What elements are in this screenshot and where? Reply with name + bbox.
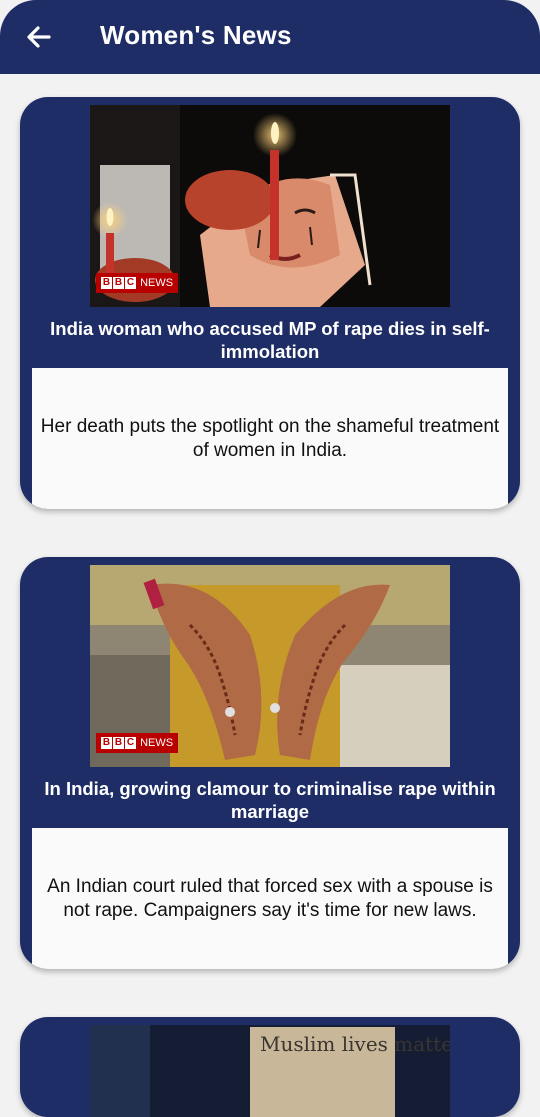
news-card[interactable]: BBC NEWS In India, growing clamour to cr… [20, 557, 520, 969]
article-title: India woman who accused MP of rape dies … [50, 318, 490, 362]
news-card[interactable]: Muslim lives matter [20, 1017, 520, 1117]
article-image: BBC NEWS [90, 565, 450, 767]
back-button[interactable] [22, 20, 56, 54]
article-image: Muslim lives matter [90, 1025, 450, 1117]
article-title: In India, growing clamour to criminalise… [44, 778, 496, 822]
app-bar: Women's News [0, 0, 540, 74]
arrow-left-icon [27, 26, 51, 48]
bbc-news-logo: BBC NEWS [96, 273, 179, 293]
news-card[interactable]: BBC NEWS India woman who accused MP of r… [20, 97, 520, 509]
bbc-news-logo: BBC NEWS [96, 733, 179, 753]
article-description: An Indian court ruled that forced sex wi… [32, 828, 508, 969]
protest-sign-text: Muslim lives matter [260, 1032, 450, 1056]
article-image: BBC NEWS [90, 105, 450, 307]
page-title: Women's News [100, 20, 292, 50]
article-description: Her death puts the spotlight on the sham… [32, 368, 508, 509]
